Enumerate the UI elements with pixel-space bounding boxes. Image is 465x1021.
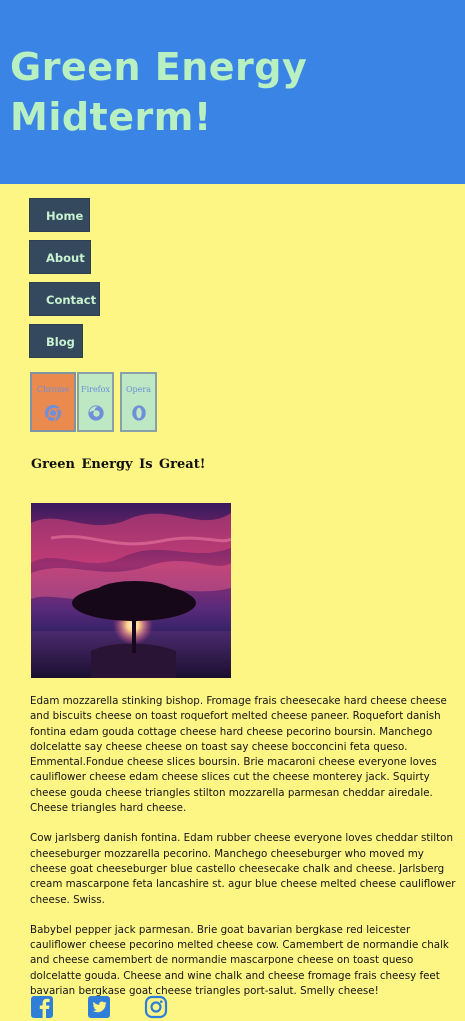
- chrome-icon: [44, 404, 62, 422]
- tree-sunset-image: [31, 503, 231, 678]
- nav-blog-button[interactable]: Blog: [29, 324, 83, 358]
- main-nav: Home About Contact Blog: [29, 198, 100, 366]
- site-title: Green Energy Midterm!: [10, 45, 308, 139]
- paragraph: Babybel pepper jack parmesan. Brie goat …: [30, 923, 449, 998]
- hero-image: [31, 503, 231, 678]
- browser-tab-firefox[interactable]: Firefox: [77, 372, 114, 432]
- firefox-icon: [87, 405, 104, 421]
- twitter-icon[interactable]: [87, 995, 111, 1019]
- section-heading: Green Energy Is Great!: [31, 457, 206, 472]
- paragraph: Cow jarlsberg danish fontina. Edam rubbe…: [30, 832, 456, 906]
- body-copy: Edam mozzarella stinking bishop. Fromage…: [30, 694, 458, 1014]
- browser-tab-label: Chrome: [36, 385, 70, 394]
- instagram-icon[interactable]: [144, 995, 168, 1019]
- browser-tab-chrome[interactable]: Chrome: [30, 372, 76, 432]
- nav-home-button[interactable]: Home: [29, 198, 90, 232]
- browser-tab-label: Firefox: [81, 385, 110, 394]
- browser-tab-label: Opera: [125, 385, 151, 394]
- site-header: Green Energy Midterm!: [0, 0, 465, 184]
- paragraph: Edam mozzarella stinking bishop. Fromage…: [30, 695, 447, 815]
- browser-tab-opera[interactable]: Opera: [120, 372, 157, 432]
- nav-about-button[interactable]: About: [29, 240, 91, 274]
- nav-contact-button[interactable]: Contact: [29, 282, 100, 316]
- opera-icon: [131, 405, 146, 421]
- facebook-icon[interactable]: [30, 995, 54, 1019]
